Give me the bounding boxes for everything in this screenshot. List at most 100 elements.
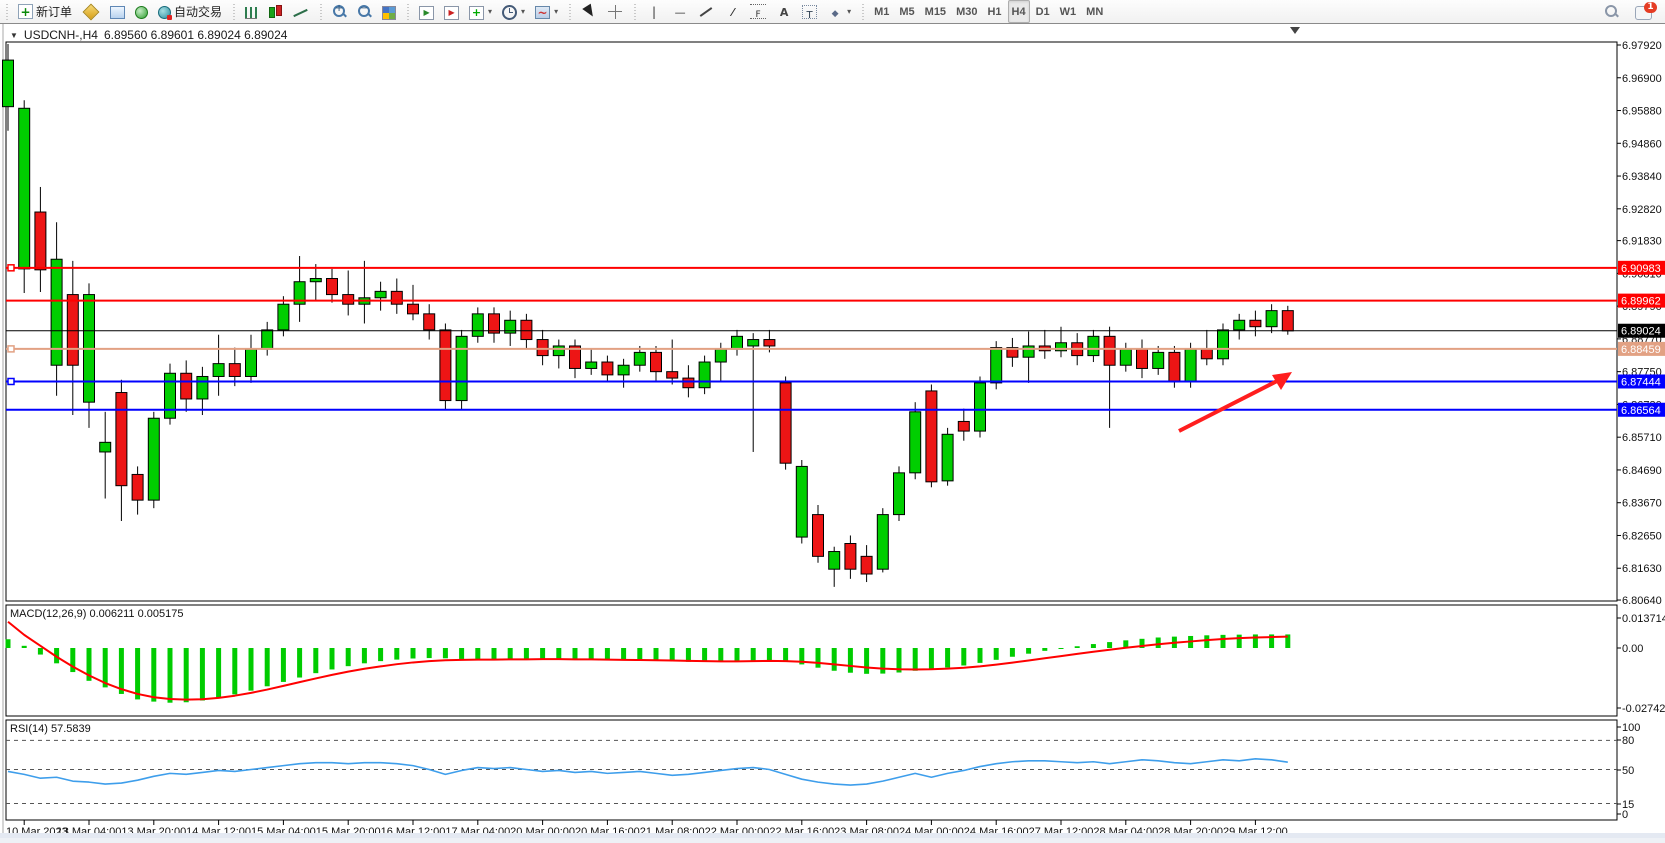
candle-body <box>910 412 921 473</box>
chart-canvas[interactable]: 6.979206.969006.958806.948606.938406.928… <box>0 24 1665 838</box>
macd-histogram-bar <box>783 648 788 662</box>
candle-body <box>715 349 726 362</box>
signal-icon <box>135 6 148 19</box>
chevron-down-icon[interactable]: ▾ <box>488 7 492 16</box>
chart-shift-button[interactable] <box>440 0 463 23</box>
macd-histogram-bar <box>556 648 561 659</box>
candle-body <box>942 434 953 481</box>
timeframe-d1[interactable]: D1 <box>1032 0 1054 23</box>
toolbar-grip <box>860 4 867 20</box>
macd-histogram-bar <box>961 648 966 666</box>
candle-body <box>894 473 905 515</box>
shift-icon <box>444 6 459 20</box>
timeframe-m1[interactable]: M1 <box>870 0 893 23</box>
timeframe-mn[interactable]: MN <box>1082 0 1107 23</box>
candle-body <box>262 330 273 349</box>
level-handle[interactable] <box>8 265 14 271</box>
chevron-down-icon[interactable]: ▾ <box>554 7 558 16</box>
candle-body <box>537 340 548 356</box>
new-order-button[interactable]: 新订单 <box>14 0 76 23</box>
equidistant-channel-button[interactable] <box>720 0 744 23</box>
candle-body <box>1250 320 1261 326</box>
toolbar-right: 1 <box>1599 0 1665 23</box>
candlestick-chart-button[interactable] <box>263 0 287 23</box>
indicators-button[interactable]: ▾ <box>465 0 496 23</box>
toolbar-grip <box>4 4 11 20</box>
zoom-out-button[interactable] <box>353 0 376 23</box>
level-handle[interactable] <box>8 346 14 352</box>
crosshair-button[interactable] <box>603 0 627 23</box>
candle-body <box>19 108 30 269</box>
chevron-down-icon[interactable]: ▾ <box>847 7 851 16</box>
timeframe-m5-label: M5 <box>899 6 914 18</box>
chart-shift-marker-icon[interactable] <box>1290 27 1300 34</box>
macd-histogram-bar <box>670 648 675 661</box>
timeframe-h4[interactable]: H4 <box>1008 0 1030 23</box>
candle-body <box>35 212 46 270</box>
macd-indicator: 0.0137140.00-0.027426 <box>6 613 1665 715</box>
chart-window: ▼ USDCNH-,H4 6.89560 6.89601 6.89024 6.8… <box>0 24 1665 838</box>
timeframe-w1-label: W1 <box>1060 6 1077 18</box>
macd-histogram-bar <box>394 648 399 660</box>
autotrading-button[interactable]: 自动交易 <box>154 0 226 23</box>
candle-body <box>1185 349 1196 381</box>
candle-body <box>424 314 435 330</box>
horizontal-line-button[interactable] <box>668 0 692 23</box>
macd-histogram-bar <box>38 648 43 655</box>
timeframe-m30[interactable]: M30 <box>952 0 981 23</box>
macd-histogram-bar <box>637 648 642 660</box>
candle-body <box>651 352 662 371</box>
candle-body <box>926 391 937 482</box>
templates-button[interactable]: ▾ <box>531 0 562 23</box>
text-label-button[interactable] <box>798 0 821 23</box>
text-button[interactable] <box>772 0 796 23</box>
tile-windows-button[interactable] <box>378 0 400 23</box>
toolbar-grip <box>632 4 639 20</box>
macd-histogram-bar <box>232 648 237 694</box>
toolbar-left: 新订单 自动交易 ▾ ▾ ▾ ▾ M1 M5 M15M30H1H4D1 W1 MN <box>0 0 1599 23</box>
auto-scroll-button[interactable] <box>415 0 438 23</box>
chevron-down-icon[interactable]: ▾ <box>521 7 525 16</box>
macd-histogram-bar <box>913 648 918 671</box>
cursor-button[interactable] <box>577 0 601 23</box>
macd-histogram-bar <box>589 648 594 660</box>
arrows-button[interactable]: ▾ <box>823 0 855 23</box>
line-chart-button[interactable] <box>289 0 313 23</box>
bar-chart-button[interactable] <box>241 0 261 23</box>
trendline-button[interactable] <box>694 0 718 23</box>
symbol-dropdown-icon[interactable]: ▼ <box>10 31 18 40</box>
timeframe-m15[interactable]: M15 <box>921 0 950 23</box>
level-handle[interactable] <box>8 378 14 384</box>
timeframe-h1[interactable]: H1 <box>983 0 1005 23</box>
clock-icon <box>502 5 517 20</box>
periods-button[interactable]: ▾ <box>498 0 529 23</box>
vertical-line-button[interactable] <box>642 0 666 23</box>
notifications-button[interactable]: 1 <box>1631 0 1656 23</box>
candle-body <box>748 340 759 346</box>
symbol-period-label: USDCNH-,H4 <box>24 28 98 42</box>
macd-histogram-bar <box>151 648 156 702</box>
macd-histogram-bar <box>718 648 723 662</box>
label-icon <box>802 5 817 19</box>
zoom-in-button[interactable] <box>328 0 351 23</box>
timeframe-m5[interactable]: M5 <box>895 0 918 23</box>
candle-body <box>602 362 613 375</box>
macd-histogram-bar <box>492 648 497 659</box>
candle-body <box>764 340 775 346</box>
signals-button[interactable] <box>131 0 152 23</box>
candle-body <box>278 304 289 330</box>
macd-histogram-bar <box>297 648 302 678</box>
svg-text:6.91830: 6.91830 <box>1622 236 1662 248</box>
horizontal-levels: 6.909836.899626.890246.884596.874446.865… <box>6 261 1665 417</box>
search-button[interactable] <box>1600 0 1623 23</box>
macd-histogram-bar <box>459 648 464 659</box>
candle-body <box>845 544 856 570</box>
timeframe-w1[interactable]: W1 <box>1056 0 1081 23</box>
price-axis[interactable]: 6.979206.969006.958806.948606.938406.928… <box>1617 40 1662 607</box>
macd-histogram-bar <box>767 648 772 660</box>
candle-body <box>667 372 678 378</box>
fibonacci-button[interactable] <box>746 0 770 23</box>
macd-histogram-bar <box>1059 648 1064 649</box>
marketwatch-button[interactable] <box>78 0 104 23</box>
data-window-button[interactable] <box>106 0 129 23</box>
